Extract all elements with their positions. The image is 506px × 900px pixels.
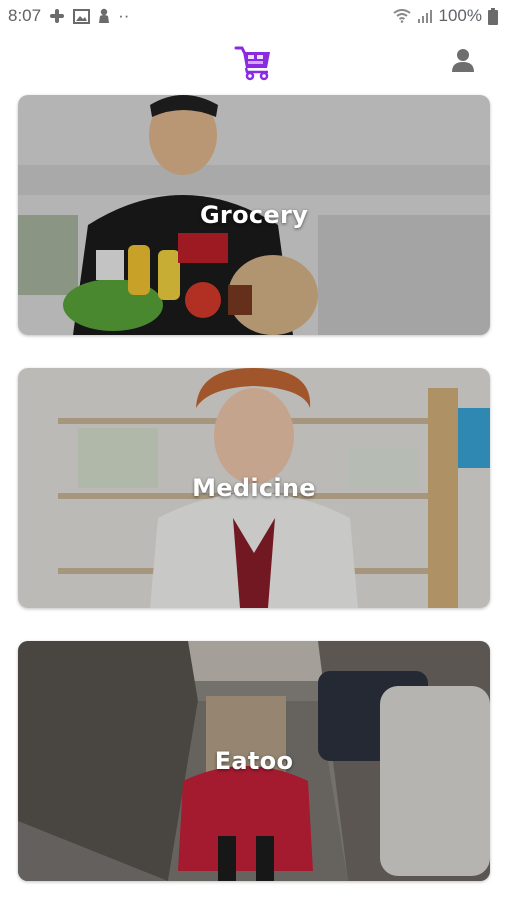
card-label-grocery: Grocery: [199, 201, 309, 229]
status-time: 8:07: [8, 6, 42, 25]
medicine-card[interactable]: Medicine: [18, 368, 490, 608]
status-bar-right: 100%: [392, 6, 498, 26]
shopping-cart-logo-icon[interactable]: [234, 42, 274, 82]
battery-icon: [488, 7, 498, 25]
card-label-eatoo: Eatoo: [214, 747, 294, 775]
person-icon: [98, 8, 110, 24]
app-header: [0, 34, 506, 90]
user-profile-icon[interactable]: [452, 48, 474, 74]
status-more: ··: [118, 6, 130, 25]
slack-icon: [49, 8, 65, 24]
status-bar: 8:07 ·· 100%: [0, 0, 506, 34]
wifi-icon: [392, 9, 411, 23]
card-label-medicine: Medicine: [192, 474, 316, 502]
signal-icon: [417, 9, 433, 23]
status-bar-left: 8:07 ··: [8, 6, 129, 26]
battery-percent: 100%: [438, 6, 482, 25]
image-icon: [73, 8, 91, 24]
grocery-card[interactable]: Grocery: [18, 95, 490, 335]
eatoo-card[interactable]: Eatoo: [18, 641, 490, 881]
category-list: Grocery Medicine Eatoo: [18, 95, 490, 900]
